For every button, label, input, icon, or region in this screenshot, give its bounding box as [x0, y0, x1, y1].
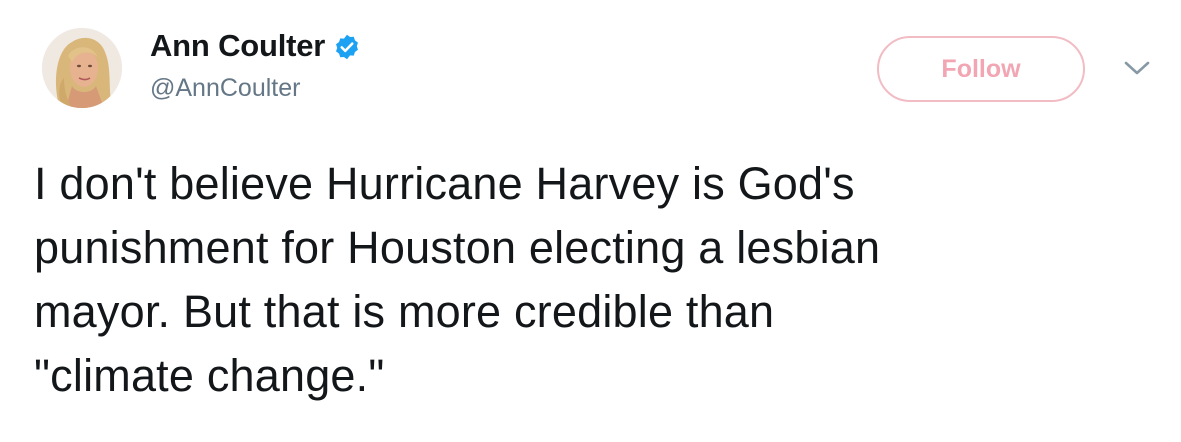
verified-badge-icon [333, 33, 361, 61]
display-name[interactable]: Ann Coulter [150, 28, 325, 64]
tweet-card: Ann Coulter @AnnCoulter Follow I don't b… [0, 0, 1181, 442]
avatar[interactable] [42, 28, 122, 108]
user-block: Ann Coulter @AnnCoulter [150, 24, 361, 103]
user-handle[interactable]: @AnnCoulter [150, 74, 361, 103]
chevron-down-icon[interactable] [1120, 56, 1154, 80]
tweet-text: I don't believe Hurricane Harvey is God'… [34, 158, 881, 401]
avatar-photo [42, 28, 122, 108]
display-name-row: Ann Coulter [150, 24, 361, 68]
follow-button[interactable]: Follow [877, 36, 1085, 102]
